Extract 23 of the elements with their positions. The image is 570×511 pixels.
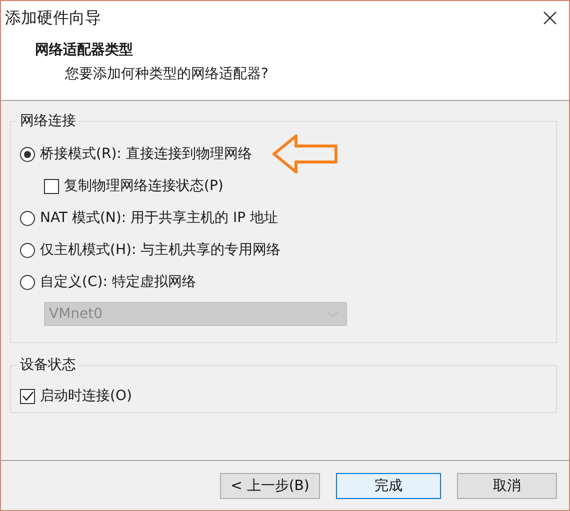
window-title: 添加硬件向导: [5, 8, 101, 28]
radio-button[interactable]: [20, 274, 35, 290]
checkbox[interactable]: [44, 178, 59, 194]
checkbox[interactable]: [20, 388, 35, 404]
close-icon[interactable]: [543, 11, 557, 25]
dropdown-value: VMnet0: [49, 306, 103, 322]
arrow-annotation-icon: [272, 134, 340, 174]
radio-button[interactable]: [20, 146, 35, 162]
option-label: NAT 模式(N): 用于共享主机的 IP 地址: [40, 209, 278, 227]
option-label: 自定义(C): 特定虚拟网络: [40, 273, 196, 291]
option-label: 复制物理网络连接状态(P): [64, 177, 224, 195]
radio-button[interactable]: [20, 242, 35, 258]
page-heading: 网络适配器类型: [35, 41, 134, 59]
group-label: 网络连接: [17, 112, 79, 130]
radio-button[interactable]: [20, 210, 35, 226]
option-label: 桥接模式(R): 直接连接到物理网络: [40, 145, 252, 163]
dialog-button[interactable]: < 上一步(B): [220, 472, 320, 498]
group-label: 设备状态: [17, 356, 79, 374]
option-label: 仅主机模式(H): 与主机共享的专用网络: [40, 241, 281, 259]
option-label: 启动时连接(O): [40, 387, 132, 405]
dialog-button[interactable]: 取消: [457, 472, 557, 498]
dialog-button[interactable]: 完成: [336, 472, 441, 498]
page-subtitle: 您要添加何种类型的网络适配器?: [65, 65, 270, 83]
